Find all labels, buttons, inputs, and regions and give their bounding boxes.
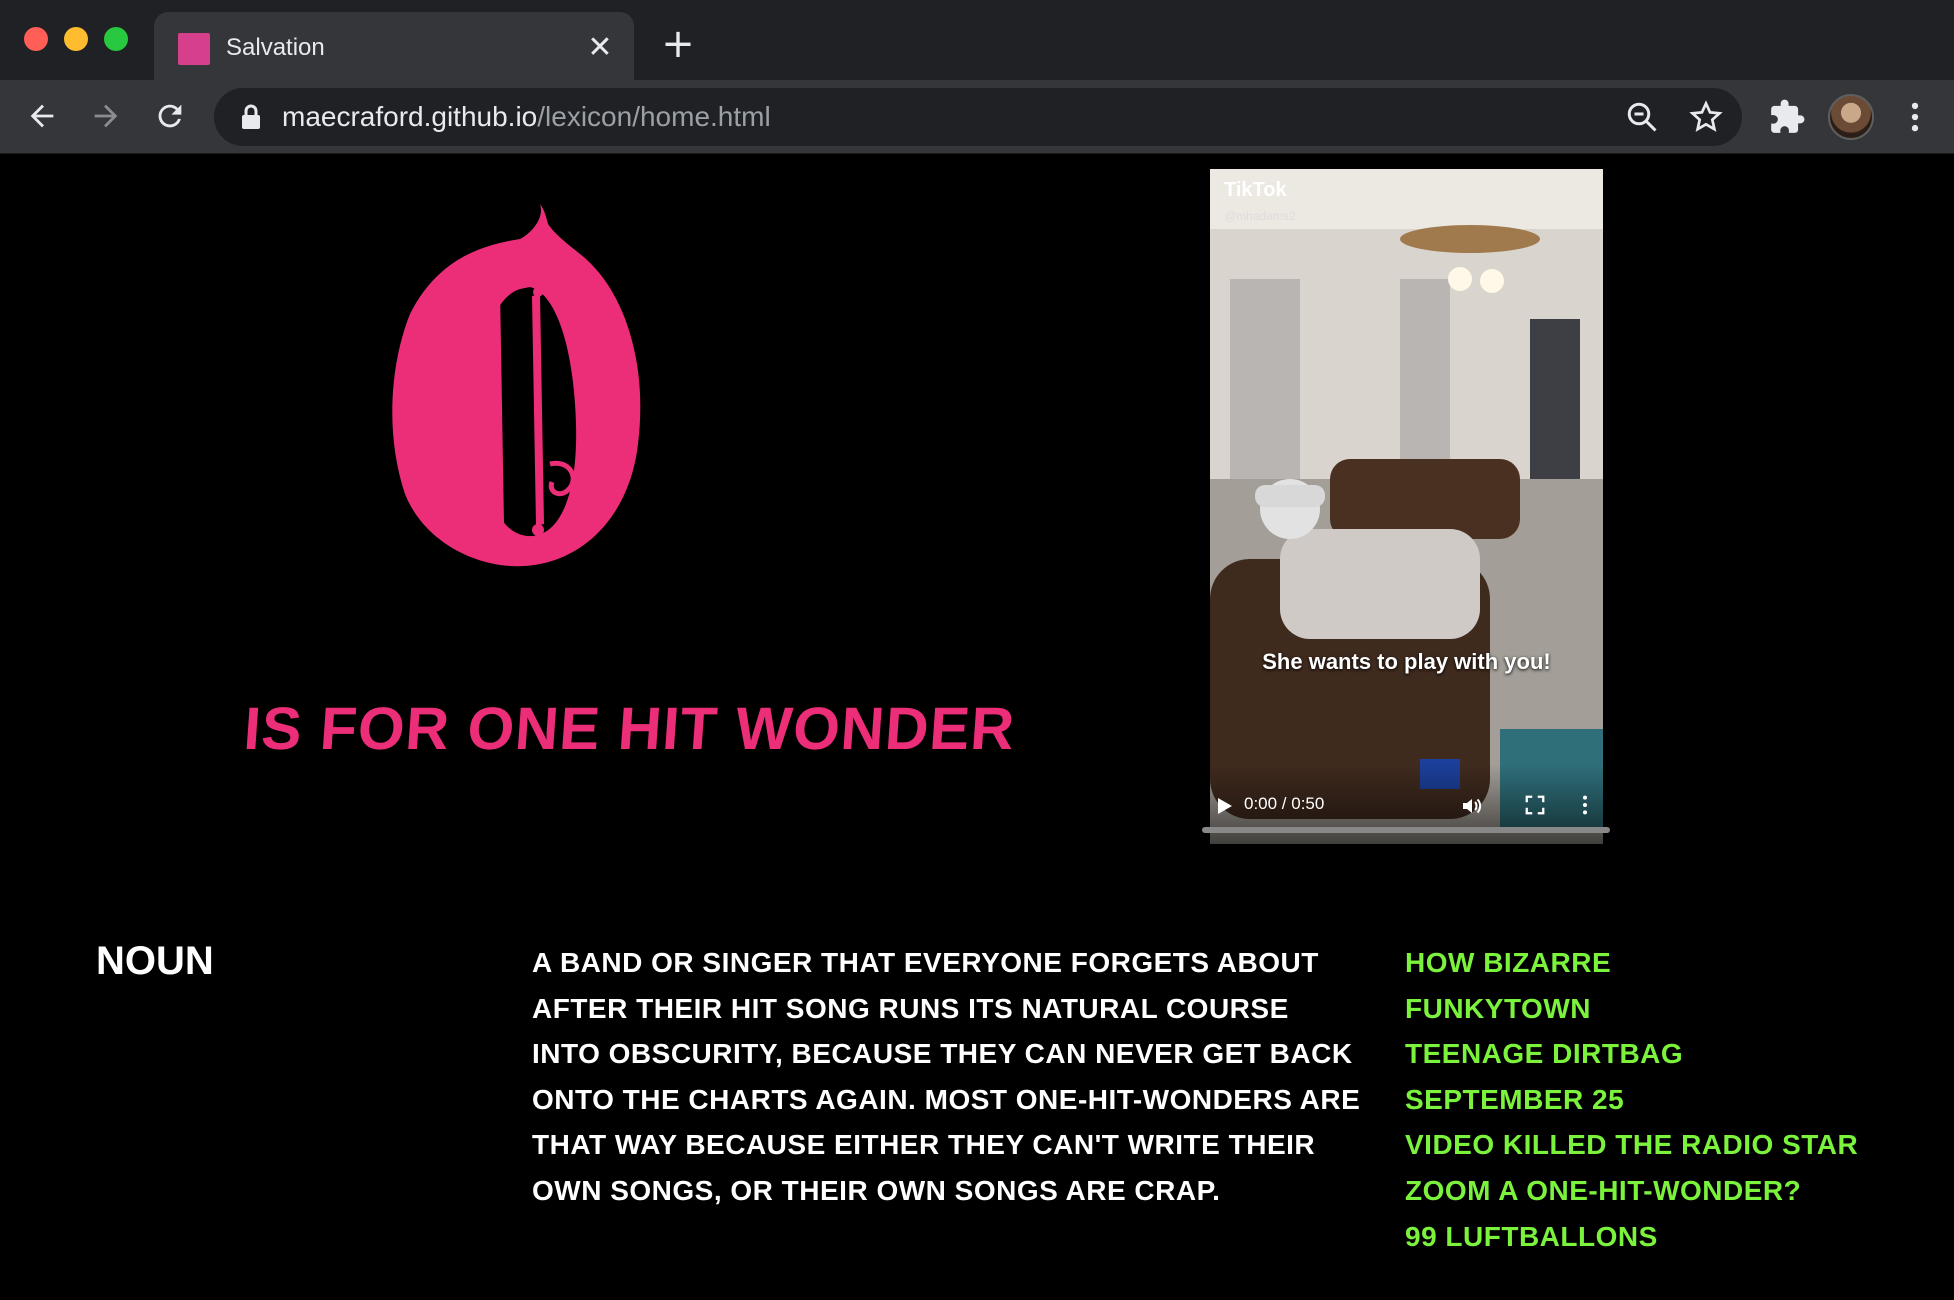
back-arrow-icon bbox=[30, 104, 54, 128]
bookmark-star-icon[interactable] bbox=[1688, 99, 1724, 135]
list-item: Zoom a one-hit-wonder? bbox=[1405, 1174, 1802, 1206]
video-time: 0:00 / 0:50 bbox=[1244, 794, 1325, 813]
url-host: maecraford.github.io bbox=[282, 101, 538, 132]
page-content: is for one hit wonder TikTok @mhadams2 S… bbox=[0, 154, 1954, 1300]
video-frame bbox=[1210, 169, 1603, 844]
entry-headline: is for one hit wonder bbox=[241, 695, 1018, 762]
maximize-window-button[interactable] bbox=[104, 27, 128, 51]
address-bar[interactable]: maecraford.github.io/lexicon/home.html bbox=[214, 88, 1742, 146]
browser-toolbar: maecraford.github.io/lexicon/home.html bbox=[0, 80, 1954, 154]
definition-text: A band or singer that everyone forgets a… bbox=[532, 947, 1361, 1206]
back-button[interactable] bbox=[20, 94, 64, 138]
reload-button[interactable] bbox=[148, 94, 192, 138]
video-more-icon[interactable] bbox=[1580, 794, 1590, 816]
forward-arrow-icon bbox=[94, 104, 118, 128]
list-item: Funkytown bbox=[1405, 992, 1591, 1024]
url-text[interactable]: maecraford.github.io/lexicon/home.html bbox=[282, 98, 771, 136]
url-path: /lexicon/home.html bbox=[537, 101, 771, 132]
forward-button[interactable] bbox=[84, 94, 128, 138]
zoom-icon[interactable] bbox=[1624, 99, 1660, 135]
extensions-puzzle-icon[interactable] bbox=[1768, 98, 1806, 136]
lock-icon[interactable] bbox=[240, 104, 262, 130]
tab-close-icon[interactable]: ✕ bbox=[582, 30, 618, 66]
list-item: Teenage Dirtbag bbox=[1405, 1038, 1684, 1070]
list-item: How Bizarre bbox=[1405, 947, 1612, 978]
reload-icon bbox=[158, 104, 182, 128]
list-item: September 25 bbox=[1405, 1083, 1625, 1115]
profile-avatar[interactable] bbox=[1828, 94, 1874, 140]
browser-tabstrip: Salvation ✕ + bbox=[0, 0, 1954, 80]
video-player[interactable]: TikTok @mhadams2 She wants to play with … bbox=[1210, 169, 1603, 844]
tab-title: Salvation bbox=[226, 34, 325, 61]
list-item: 99 Luftballons bbox=[1405, 1220, 1658, 1252]
tiktok-logo: TikTok bbox=[1224, 179, 1287, 201]
video-progress-bar[interactable] bbox=[1202, 827, 1610, 833]
fullscreen-icon[interactable] bbox=[1524, 794, 1546, 816]
browser-tab[interactable]: Salvation ✕ bbox=[154, 12, 634, 80]
part-of-speech: noun bbox=[96, 939, 214, 983]
volume-icon[interactable] bbox=[1460, 794, 1484, 818]
minimize-window-button[interactable] bbox=[64, 27, 88, 51]
play-icon[interactable] bbox=[1212, 794, 1236, 818]
favicon-icon bbox=[178, 33, 210, 65]
examples-list: How Bizarre Funkytown Teenage Dirtbag Se… bbox=[1405, 940, 1858, 1259]
letter-o-illustration bbox=[392, 204, 641, 567]
tiktok-username: @mhadams2 bbox=[1224, 209, 1296, 223]
list-item: Video Killed the Radio Star bbox=[1405, 1129, 1859, 1161]
new-tab-button[interactable]: + bbox=[658, 24, 698, 64]
video-caption: She wants to play with you! bbox=[1262, 649, 1551, 674]
close-window-button[interactable] bbox=[24, 27, 48, 51]
more-menu-icon[interactable] bbox=[1896, 98, 1934, 136]
